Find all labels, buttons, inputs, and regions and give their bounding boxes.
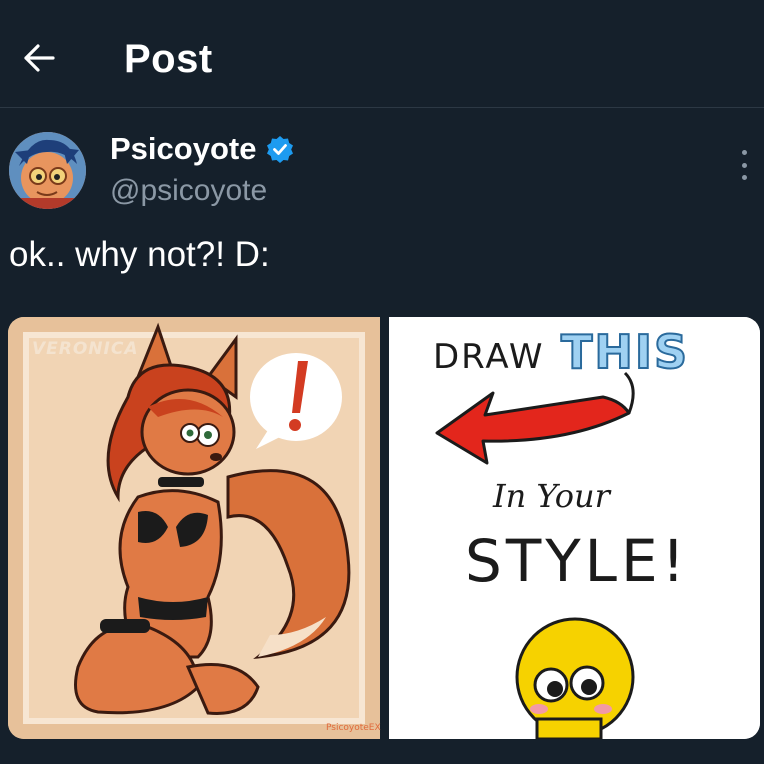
more-dot-icon	[741, 150, 747, 155]
author-name[interactable]: Psicoyote	[110, 130, 294, 168]
back-button[interactable]	[14, 33, 64, 83]
top-bar: Post	[0, 0, 764, 108]
verified-badge-icon	[266, 135, 294, 163]
page-title: Post	[124, 37, 213, 81]
meme-line-this: THIS	[560, 324, 690, 380]
author-handle[interactable]: @psicoyote	[110, 173, 267, 209]
watermark-credit: PsicoyoteEX	[326, 723, 381, 733]
more-options-button[interactable]	[730, 148, 758, 182]
media-image-left[interactable]: VERONICA PsicoyoteEX	[8, 317, 381, 739]
meme-line-in-your: In Your	[493, 477, 610, 515]
more-dot-icon	[741, 175, 747, 180]
character-illustration	[8, 317, 380, 739]
avatar[interactable]	[9, 132, 86, 209]
post-page: Post Psicoyote @psicoyote ok.. why not?!…	[0, 0, 764, 764]
arrow-left-icon	[24, 44, 55, 72]
media-image-right[interactable]: DRAW THIS In Your STYLE!	[389, 317, 760, 739]
meme-line-style: STYLE!	[465, 527, 689, 595]
watermark-name: VERONICA	[32, 339, 139, 359]
media-grid: VERONICA PsicoyoteEX DRAW THIS In Your S…	[8, 317, 760, 739]
meme-line-draw: DRAW	[433, 337, 545, 377]
author-name-text: Psicoyote	[110, 131, 257, 166]
avatar-image	[9, 132, 86, 209]
post-text: ok.. why not?! D:	[9, 235, 270, 274]
more-dot-icon	[741, 162, 747, 168]
